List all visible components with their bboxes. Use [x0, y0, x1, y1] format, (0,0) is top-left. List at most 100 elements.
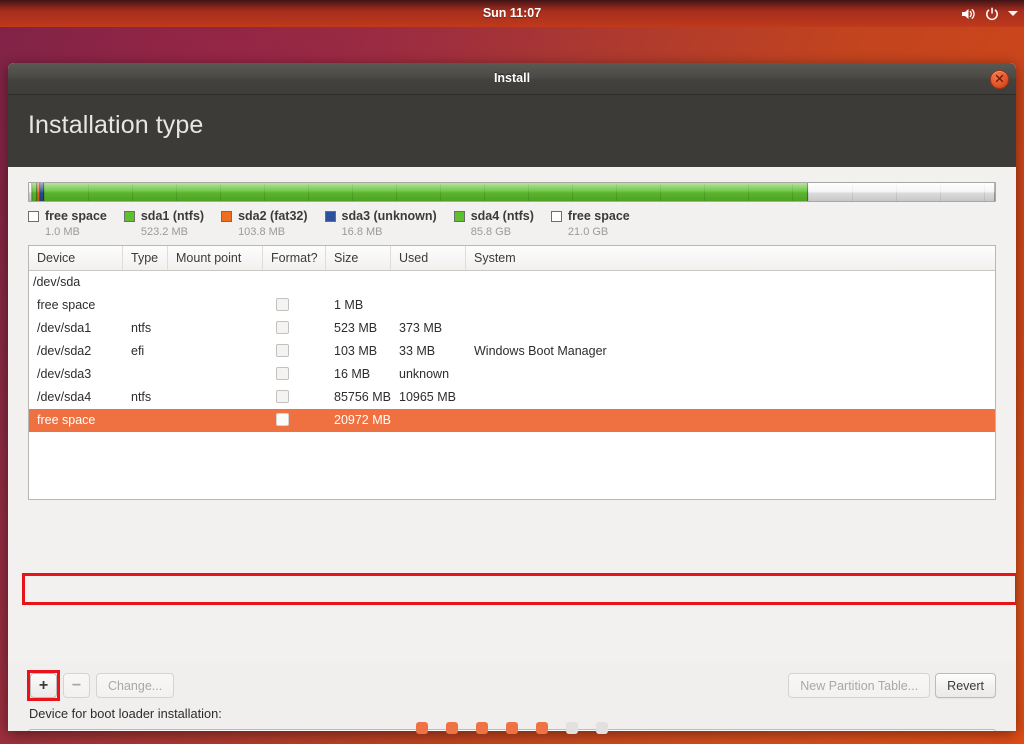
column-header-size: Size — [326, 246, 391, 270]
new-partition-table-button[interactable]: New Partition Table... — [788, 673, 931, 698]
progress-dots — [0, 722, 1024, 734]
table-cell-format — [263, 317, 326, 340]
partition-bar-wrapper — [28, 182, 996, 202]
annotation-box-selected-row — [22, 573, 1016, 605]
legend-color-swatch — [324, 210, 336, 222]
table-cell-type: ntfs — [131, 390, 152, 404]
table-cell-type: ntfs — [131, 321, 152, 335]
table-cell-size: 523 MB — [334, 321, 378, 335]
table-row[interactable]: /dev/sda2 efi 103 MB 33 MB Windows Boot Mana… — [29, 340, 995, 363]
table-cell-device: /dev/sda3 — [37, 367, 92, 381]
column-header-used: Used — [391, 246, 466, 270]
progress-dot — [566, 722, 578, 734]
table-cell-device: free space — [37, 298, 96, 312]
format-checkbox[interactable] — [276, 367, 289, 381]
power-icon[interactable] — [985, 0, 999, 27]
format-checkbox[interactable] — [276, 321, 289, 335]
volume-icon[interactable] — [961, 0, 976, 27]
progress-dot — [506, 722, 518, 734]
partition-toolbar: + − Change... — [30, 673, 175, 698]
partition-bar-segment — [808, 183, 995, 201]
table-cell-device: /dev/sda — [33, 275, 81, 289]
table-row[interactable]: /dev/sda1 ntfs 523 MB 373 MB — [29, 317, 995, 340]
format-checkbox[interactable] — [276, 413, 289, 427]
legend-color-swatch — [28, 210, 39, 222]
table-cell-size: 85756 MB — [334, 390, 391, 404]
close-icon[interactable] — [990, 70, 1009, 89]
legend-size: 21.0 GB — [567, 226, 609, 238]
partition-usage-bar — [28, 182, 996, 202]
legend-label: free space — [45, 209, 107, 223]
panel-indicators — [961, 0, 1018, 27]
partition-table-tools: New Partition Table... Revert — [788, 673, 996, 698]
legend-item: free space 21.0 GB — [550, 208, 630, 238]
table-cell-size: 16 MB — [334, 367, 371, 381]
partition-legend: free space 1.0 MB sda1 (ntfs) 523.2 MB sda2 … — [28, 208, 647, 238]
table-body: /dev/sda free space 1 MB/dev/sda1 ntfs 523 M… — [29, 271, 995, 432]
revert-button[interactable]: Revert — [935, 673, 996, 698]
column-header-type: Type — [123, 246, 168, 270]
installation-type-content: free space 1.0 MB sda1 (ntfs) 523.2 MB sda2 … — [8, 167, 1016, 731]
legend-size: 1.0 MB — [45, 226, 80, 238]
legend-size: 16.8 MB — [341, 226, 383, 238]
legend-item: sda1 (ntfs) 523.2 MB — [123, 208, 205, 238]
table-cell-format — [263, 294, 326, 317]
table-row[interactable]: free space 1 MB — [29, 294, 995, 317]
column-header-format: Format? — [263, 246, 326, 270]
table-row[interactable]: /dev/sda4 ntfs 85756 MB 10965 MB — [29, 386, 995, 409]
legend-color-swatch — [123, 210, 135, 222]
format-checkbox[interactable] — [276, 390, 289, 404]
progress-dot — [476, 722, 488, 734]
column-header-system: System — [474, 251, 516, 265]
legend-color-swatch — [550, 210, 562, 222]
progress-dot — [446, 722, 458, 734]
panel-clock[interactable]: Sun 11:07 — [0, 0, 1024, 27]
table-cell-format — [263, 409, 326, 432]
table-cell-device: /dev/sda1 — [37, 321, 92, 335]
table-cell-size: 103 MB — [334, 344, 378, 358]
legend-size: 523.2 MB — [140, 226, 188, 238]
legend-label: sda2 (fat32) — [238, 209, 308, 223]
page-header: Installation type — [8, 95, 1016, 167]
legend-label: sda1 (ntfs) — [140, 209, 205, 223]
table-cell-device: /dev/sda4 — [37, 390, 92, 404]
table-cell-used: 10965 MB — [399, 390, 456, 404]
table-cell-size: 1 MB — [334, 298, 364, 312]
legend-label: sda3 (unknown) — [341, 209, 437, 223]
legend-item: sda2 (fat32) 103.8 MB — [221, 208, 308, 238]
table-cell-device: /dev/sda2 — [37, 344, 92, 358]
legend-size: 103.8 MB — [238, 226, 286, 238]
legend-label: sda4 (ntfs) — [470, 209, 534, 223]
table-cell-device: free space — [37, 413, 96, 427]
table-header-row: Device Type Mount point Format? Size Use… — [29, 246, 995, 271]
add-partition-button[interactable]: + — [30, 673, 57, 698]
progress-dot — [536, 722, 548, 734]
chevron-down-icon[interactable] — [1008, 0, 1018, 27]
partition-table[interactable]: Device Type Mount point Format? Size Use… — [28, 245, 996, 500]
change-partition-button[interactable]: Change... — [96, 673, 175, 698]
remove-partition-button[interactable]: − — [63, 673, 90, 698]
format-checkbox[interactable] — [276, 298, 289, 312]
progress-dot — [596, 722, 608, 734]
progress-dot — [416, 722, 428, 734]
legend-label: free space — [567, 209, 630, 223]
format-checkbox[interactable] — [276, 344, 289, 358]
table-cell-type: efi — [131, 344, 145, 358]
table-cell-used: 373 MB — [399, 321, 443, 335]
top-panel: Sun 11:07 — [0, 0, 1024, 27]
table-row[interactable]: /dev/sda — [29, 271, 995, 294]
legend-color-swatch — [221, 210, 233, 222]
column-header-mount-point: Mount point — [168, 246, 263, 270]
column-header-device: Device — [29, 246, 123, 270]
table-row[interactable]: /dev/sda3 16 MB unknown — [29, 363, 995, 386]
table-cell-system: Windows Boot Manager — [474, 344, 607, 358]
table-cell-format — [263, 363, 326, 386]
legend-item: sda4 (ntfs) 85.8 GB — [453, 208, 534, 238]
window-titlebar: Install — [8, 63, 1016, 95]
table-row[interactable]: free space 20972 MB — [29, 409, 995, 432]
window-title: Install — [493, 71, 531, 85]
table-cell-used: 33 MB — [399, 344, 436, 358]
legend-color-swatch — [453, 210, 465, 222]
table-cell-format — [263, 386, 326, 409]
table-cell-size: 20972 MB — [334, 413, 391, 427]
